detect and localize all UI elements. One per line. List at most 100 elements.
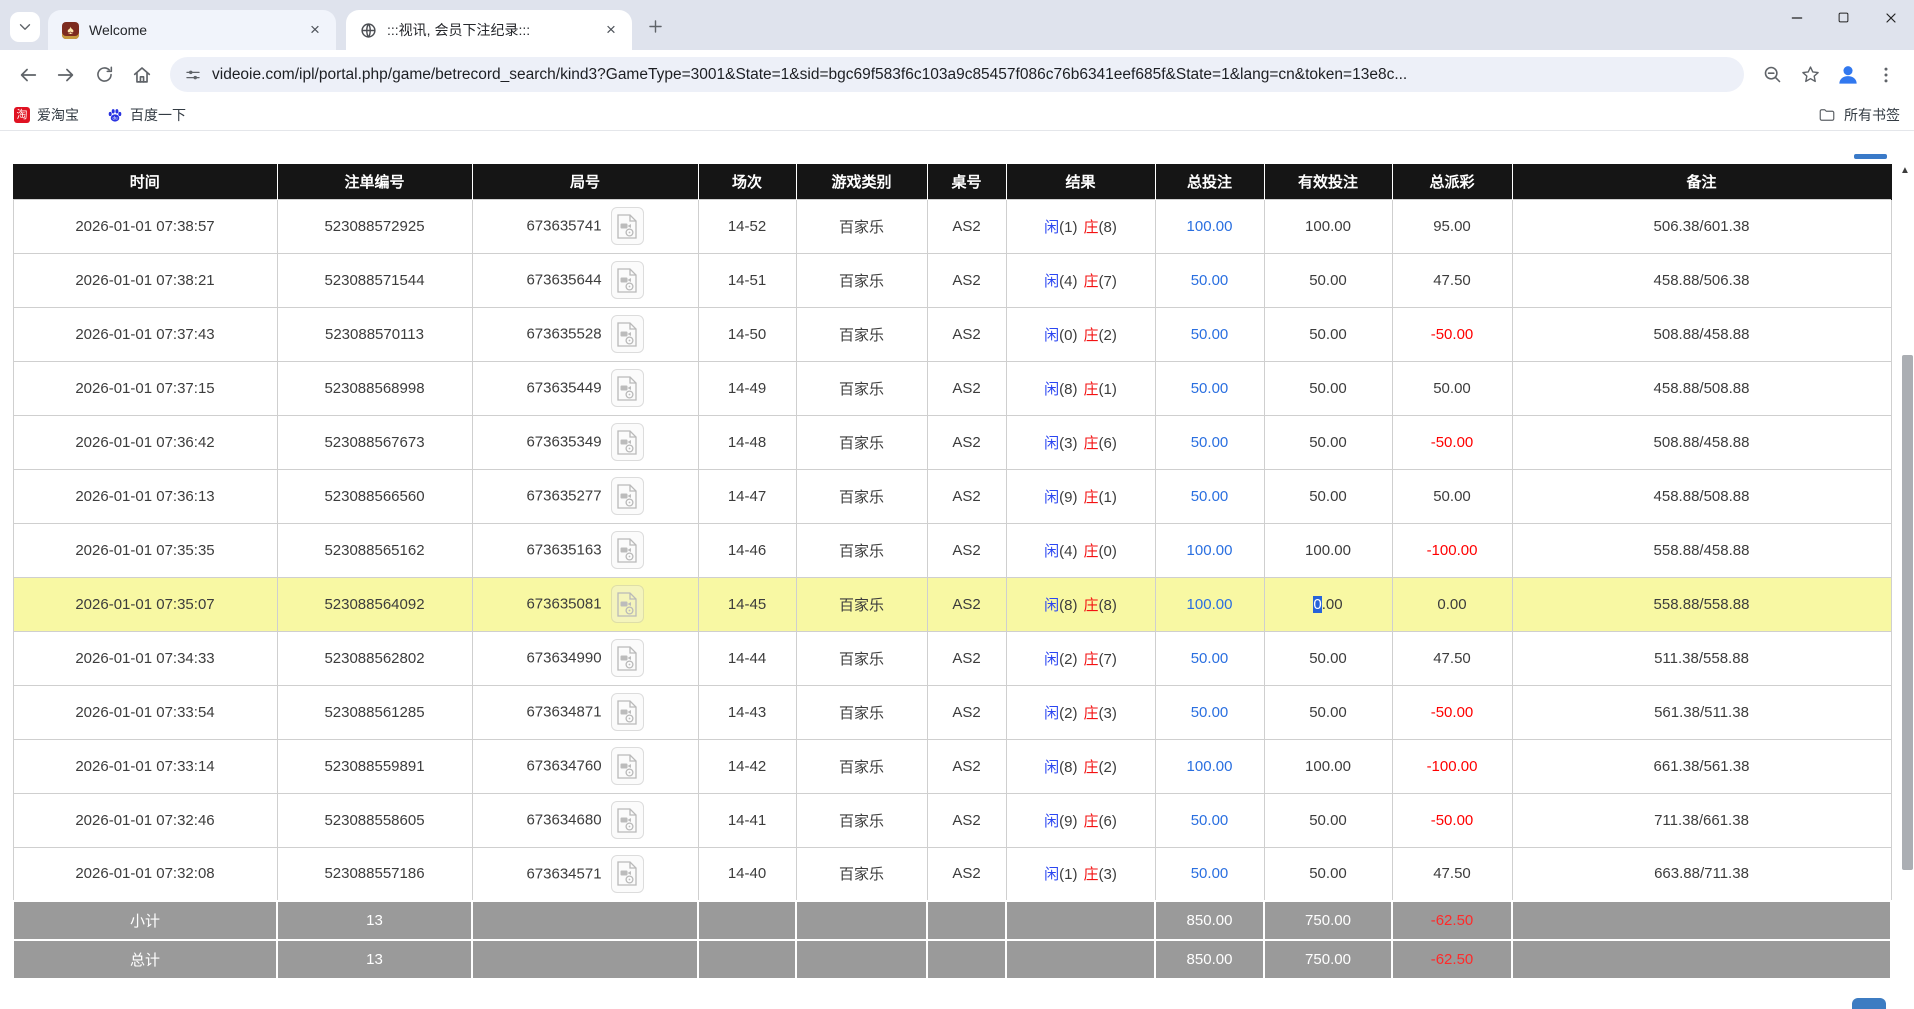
profile-button[interactable] [1830,57,1866,93]
cell-result: 闲(0)庄(2) [1006,307,1155,361]
subtotal-total-bet: 850.00 [1155,901,1264,940]
header-valid-bet: 有效投注 [1264,164,1392,199]
table-row[interactable]: 2026-01-01 07:36:13 523088566560 6736352… [13,469,1891,523]
cell-session: 14-52 [698,199,796,253]
cell-bet-id: 523088558605 [277,793,472,847]
cell-valid-bet: 50.00 [1264,631,1392,685]
round-number: 673634871 [526,704,601,721]
scrollbar[interactable]: ▲ [1898,131,1914,1009]
menu-button[interactable] [1868,57,1904,93]
table-row[interactable]: 2026-01-01 07:35:07 523088564092 6736350… [13,577,1891,631]
scrollbar-thumb[interactable] [1902,355,1913,870]
blue-button-bottom[interactable] [1852,998,1886,1009]
table-row[interactable]: 2026-01-01 07:36:42 523088567673 6736353… [13,415,1891,469]
video-replay-button[interactable] [611,639,644,677]
table-row[interactable]: 2026-01-01 07:38:57 523088572925 6736357… [13,199,1891,253]
table-row[interactable]: 2026-01-01 07:33:14 523088559891 6736347… [13,739,1891,793]
video-replay-button[interactable] [611,315,644,353]
cell-total-bet: 50.00 [1155,469,1264,523]
video-replay-button[interactable] [611,693,644,731]
video-file-icon [617,861,637,886]
cell-game-type: 百家乐 [796,415,927,469]
tab-welcome[interactable]: ♠ Welcome × [48,10,336,50]
cell-valid-bet: 0.00 [1264,577,1392,631]
back-button[interactable] [10,57,46,93]
close-window-button[interactable] [1867,0,1914,35]
player-result: 闲 [1044,543,1059,560]
scrollbar-up-icon[interactable]: ▲ [1900,165,1910,176]
cell-table-no: AS2 [927,415,1006,469]
tab-search-button[interactable] [10,12,40,42]
cell-total-bet: 100.00 [1155,199,1264,253]
video-replay-button[interactable] [611,801,644,839]
video-replay-button[interactable] [611,207,644,245]
home-button[interactable] [124,57,160,93]
tab-close-icon[interactable]: × [304,19,326,41]
total-total-bet: 850.00 [1155,940,1264,979]
forward-button[interactable] [48,57,84,93]
cell-table-no: AS2 [927,631,1006,685]
folder-icon [1818,106,1836,124]
blue-indicator-top [1854,154,1887,159]
url-text[interactable]: videoie.com/ipl/portal.php/game/betrecor… [212,66,1730,84]
maximize-button[interactable] [1820,0,1867,35]
minimize-button[interactable] [1773,0,1820,35]
all-bookmarks-button[interactable]: 所有书签 [1818,105,1900,125]
video-replay-button[interactable] [611,423,644,461]
table-row[interactable]: 2026-01-01 07:38:21 523088571544 6736356… [13,253,1891,307]
cell-payout: 0.00 [1392,577,1512,631]
bookmark-taobao[interactable]: 淘 爱淘宝 [14,105,79,125]
subtotal-count: 13 [277,901,472,940]
video-replay-button[interactable] [611,747,644,785]
cell-time: 2026-01-01 07:36:42 [13,415,277,469]
cell-time: 2026-01-01 07:38:57 [13,199,277,253]
cell-note: 558.88/458.88 [1512,523,1891,577]
table-row[interactable]: 2026-01-01 07:33:54 523088561285 6736348… [13,685,1891,739]
table-row[interactable]: 2026-01-01 07:35:35 523088565162 6736351… [13,523,1891,577]
cell-total-bet: 50.00 [1155,415,1264,469]
cell-session: 14-42 [698,739,796,793]
bookmark-baidu[interactable]: du 百度一下 [107,105,186,125]
chevron-down-icon [16,18,34,36]
video-file-icon [617,808,637,833]
cell-total-bet: 50.00 [1155,685,1264,739]
reload-button[interactable] [86,57,122,93]
cell-bet-id: 523088565162 [277,523,472,577]
cell-note: 561.38/511.38 [1512,685,1891,739]
cell-result: 闲(8)庄(1) [1006,361,1155,415]
url-bar[interactable]: videoie.com/ipl/portal.php/game/betrecor… [170,57,1744,92]
new-tab-button[interactable] [640,11,670,41]
cell-session: 14-45 [698,577,796,631]
cell-valid-bet: 50.00 [1264,847,1392,901]
cell-bet-id: 523088559891 [277,739,472,793]
cell-valid-bet: 50.00 [1264,361,1392,415]
cell-time: 2026-01-01 07:35:07 [13,577,277,631]
cell-game-type: 百家乐 [796,523,927,577]
banker-result: 庄 [1084,813,1099,830]
tab-close-icon[interactable]: × [600,19,622,41]
zoom-button[interactable] [1754,57,1790,93]
bookmark-star-button[interactable] [1792,57,1828,93]
cell-valid-bet: 50.00 [1264,307,1392,361]
cell-table-no: AS2 [927,469,1006,523]
cell-game-type: 百家乐 [796,685,927,739]
video-replay-button[interactable] [611,477,644,515]
video-replay-button[interactable] [611,855,644,893]
bookmark-label: 百度一下 [130,105,186,125]
video-replay-button[interactable] [611,585,644,623]
table-row[interactable]: 2026-01-01 07:34:33 523088562802 6736349… [13,631,1891,685]
tab-betrecord[interactable]: :::视讯, 会员下注纪录::: × [346,10,632,50]
table-row[interactable]: 2026-01-01 07:32:46 523088558605 6736346… [13,793,1891,847]
cell-valid-bet: 100.00 [1264,739,1392,793]
header-result: 结果 [1006,164,1155,199]
video-replay-button[interactable] [611,261,644,299]
video-file-icon [617,538,637,563]
player-result: 闲 [1044,866,1059,883]
video-replay-button[interactable] [611,369,644,407]
table-row[interactable]: 2026-01-01 07:37:43 523088570113 6736355… [13,307,1891,361]
table-row[interactable]: 2026-01-01 07:37:15 523088568998 6736354… [13,361,1891,415]
video-file-icon [617,484,637,509]
header-table-no: 桌号 [927,164,1006,199]
video-replay-button[interactable] [611,531,644,569]
table-row[interactable]: 2026-01-01 07:32:08 523088557186 6736345… [13,847,1891,901]
